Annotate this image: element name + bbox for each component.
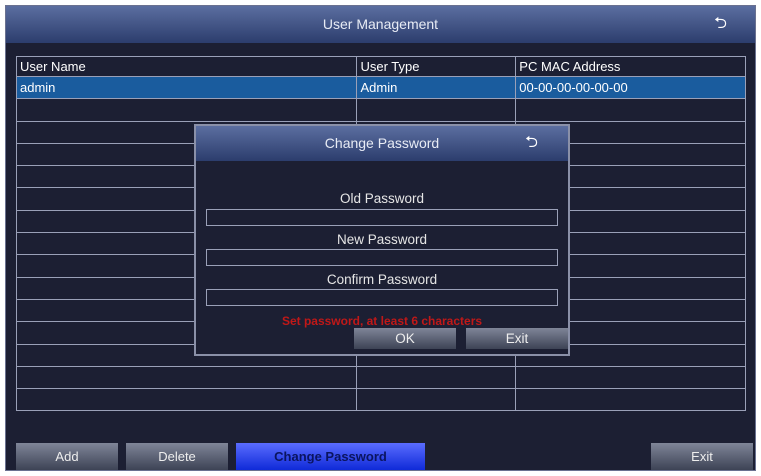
empty-cell — [15, 388, 358, 412]
column-header-mac: PC MAC Address — [515, 56, 746, 77]
title-bar: User Management ⮌ — [6, 6, 755, 43]
column-header-user-name: User Name — [15, 56, 358, 77]
table-header: User Name User Type PC MAC Address — [15, 56, 746, 77]
cell-user-name: admin — [15, 75, 358, 100]
change-password-button[interactable]: Change Password — [236, 443, 425, 470]
password-warning: Set password, at least 6 characters — [281, 314, 483, 328]
table-row[interactable] — [15, 365, 746, 390]
empty-cell — [356, 365, 517, 390]
cell-mac: 00-00-00-00-00-00 — [515, 75, 746, 100]
empty-cell — [515, 388, 746, 412]
window-title: User Management — [322, 16, 439, 32]
column-header-user-type: User Type — [356, 56, 517, 77]
old-password-label: Old Password — [339, 191, 425, 206]
empty-cell — [15, 365, 358, 390]
cell-user-type: Admin — [356, 75, 517, 100]
dialog-exit-button[interactable]: Exit — [466, 328, 568, 349]
change-password-dialog: Change Password ⮌ Old Password New Passw… — [194, 124, 570, 356]
empty-cell — [515, 98, 746, 122]
user-management-window: User Management ⮌ User Name User Type PC… — [5, 5, 756, 471]
empty-cell — [356, 98, 517, 122]
empty-cell — [15, 98, 358, 122]
table-row[interactable]: admin Admin 00-00-00-00-00-00 — [15, 75, 746, 100]
back-arrow-icon[interactable]: ⮌ — [525, 126, 538, 160]
dialog-title-bar: Change Password ⮌ — [196, 126, 568, 161]
confirm-password-label: Confirm Password — [326, 272, 438, 287]
empty-cell — [515, 365, 746, 390]
back-arrow-icon[interactable]: ⮌ — [714, 6, 727, 42]
confirm-password-input[interactable] — [206, 289, 558, 306]
dialog-title: Change Password — [324, 135, 440, 151]
ok-button[interactable]: OK — [354, 328, 456, 349]
new-password-input[interactable] — [206, 249, 558, 266]
empty-cell — [356, 388, 517, 412]
add-button[interactable]: Add — [16, 443, 118, 470]
new-password-label: New Password — [336, 232, 428, 247]
exit-button[interactable]: Exit — [651, 443, 753, 470]
table-row[interactable] — [15, 388, 746, 412]
table-row[interactable] — [15, 98, 746, 122]
delete-button[interactable]: Delete — [126, 443, 228, 470]
old-password-input[interactable] — [206, 209, 558, 226]
